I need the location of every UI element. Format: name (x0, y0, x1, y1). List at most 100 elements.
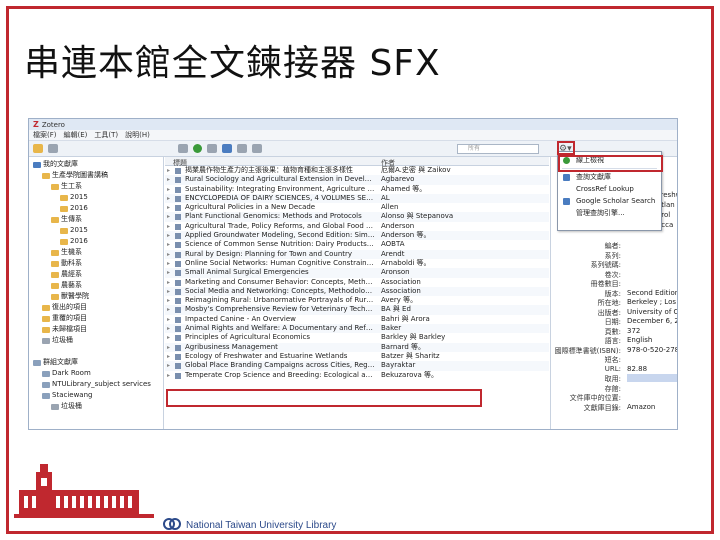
collection-item[interactable]: 2016 (29, 236, 163, 247)
item-row[interactable]: ▸ Ecology of Freshwater and Estuarine Wet… (165, 352, 549, 361)
attachment-icon[interactable] (222, 144, 232, 153)
expand-icon[interactable]: ▸ (167, 185, 170, 194)
expand-icon[interactable]: ▸ (167, 324, 170, 333)
field-value[interactable]: December 6, 201 (627, 317, 677, 325)
menu-help[interactable]: 說明(H) (125, 130, 150, 140)
add-by-identifier-icon[interactable] (207, 144, 217, 153)
expand-icon[interactable]: ▸ (167, 296, 170, 305)
collection-item[interactable]: 動科系 (29, 258, 163, 269)
tag-icon[interactable] (252, 144, 262, 153)
new-collection-icon[interactable] (33, 144, 43, 153)
expand-icon[interactable]: ▸ (167, 287, 170, 296)
expand-icon[interactable]: ▸ (167, 343, 170, 352)
expand-icon[interactable]: ▸ (167, 333, 170, 342)
collection-item[interactable]: 2016 (29, 203, 163, 214)
collection-item[interactable]: NTULibrary_subject services (29, 379, 163, 390)
field-value[interactable]: 372 (627, 327, 640, 335)
item-row[interactable]: ▸ Social Media and Networking: Concepts, … (165, 286, 549, 297)
collection-item[interactable]: Dark Room (29, 368, 163, 379)
item-row[interactable]: ▸ Agricultural Policies in a New Decade Al… (165, 203, 549, 212)
field-value[interactable]: 978-0-520-27858 (627, 346, 677, 354)
field-value[interactable]: University of Calif (627, 308, 677, 316)
field-value[interactable]: 82.88 (627, 365, 647, 373)
menu-edit[interactable]: 編輯(E) (64, 130, 88, 140)
collection-item[interactable]: 重覆的項目 (29, 313, 163, 324)
actions-icon[interactable] (48, 144, 58, 153)
field-value[interactable]: Second Edition e (627, 289, 677, 297)
collection-item[interactable]: 垃圾桶 (29, 401, 163, 412)
menu-item-google-scholar[interactable]: Google Scholar Search (558, 195, 661, 207)
collection-item[interactable]: 生機系 (29, 247, 163, 258)
item-row[interactable]: ▸ Science of Common Sense Nutrition: Dair… (165, 240, 549, 249)
item-title: Animal Rights and Welfare: A Documentary… (185, 324, 375, 333)
note-icon[interactable] (237, 144, 247, 153)
menu-item-manage-engines[interactable]: 管理查詢引擎... (558, 207, 661, 219)
menu-item-crossref[interactable]: CrossRef Lookup (558, 183, 661, 195)
menu-file[interactable]: 檔案(F) (33, 130, 57, 140)
item-row[interactable]: ▸ Rural by Design: Planning for Town and … (165, 249, 549, 259)
item-row[interactable]: ▸ Global Place Branding Campaigns across … (165, 361, 549, 371)
collection-item[interactable]: 農藝系 (29, 280, 163, 291)
expand-icon[interactable]: ▸ (167, 231, 170, 240)
field-value[interactable]: Berkeley ; Los An (627, 298, 677, 306)
field-value[interactable]: Amazon (627, 403, 655, 411)
expand-icon[interactable]: ▸ (167, 278, 170, 287)
field-value[interactable]: English (627, 336, 652, 344)
item-row[interactable]: ▸ 揭業農作物生產力的主張後果：植物育種和主張多樣性 厄爾A.史密 與 Zaikov (165, 166, 549, 175)
accessed-field[interactable] (627, 374, 677, 382)
collection-item[interactable]: 生傳系 (29, 214, 163, 225)
expand-icon[interactable]: ▸ (167, 259, 170, 268)
collection-item[interactable]: 群組文獻庫 (29, 357, 163, 368)
item-row[interactable]: ▸ Rural Sociology and Agricultural Extens… (165, 175, 549, 185)
expand-icon[interactable]: ▸ (167, 268, 170, 277)
new-item-icon[interactable] (193, 144, 202, 153)
item-row[interactable]: ▸ Animal Rights and Welfare: A Documentar… (165, 324, 549, 334)
collection-item[interactable]: 復出的項目 (29, 302, 163, 313)
item-title: Agribusiness Management (185, 342, 278, 351)
collection-item[interactable]: 垃圾桶 (29, 335, 163, 346)
item-row[interactable]: ▸ Agribusiness Management Barnard 等。 (165, 342, 549, 352)
expand-icon[interactable]: ▸ (167, 194, 170, 203)
menu-item-library-lookup[interactable]: 查詢文獻庫 (558, 171, 661, 183)
expand-icon[interactable]: ▸ (167, 250, 170, 259)
collection-item[interactable]: 2015 (29, 225, 163, 236)
item-row[interactable]: ▸ Reimagining Rural: Urbanormative Portra… (165, 296, 549, 305)
item-row[interactable]: ▸ Plant Functional Genomics: Methods and … (165, 212, 549, 222)
item-row[interactable]: ▸ Online Social Networks: Human Cognitive… (165, 259, 549, 268)
collection-item[interactable]: 我的文獻庫 (29, 159, 163, 170)
collection-item[interactable]: 生工系 (29, 181, 163, 192)
item-row[interactable]: ▸ ENCYCLOPEDIA OF DAIRY SCIENCES, 4 VOLUM… (165, 193, 549, 204)
expand-icon[interactable]: ▸ (167, 203, 170, 212)
item-row[interactable]: ▸ Mosby's Comprehensive Review for Veteri… (165, 305, 549, 315)
expand-icon[interactable]: ▸ (167, 361, 170, 370)
expand-icon[interactable]: ▸ (167, 175, 170, 184)
menu-item-label: 查詢文獻庫 (576, 173, 611, 181)
item-row[interactable]: ▸ Temperate Crop Science and Breeding: Ec… (165, 371, 549, 380)
collection-item[interactable]: 生產學院圖書講稿 (29, 170, 163, 181)
expand-icon[interactable]: ▸ (167, 315, 170, 324)
expand-icon[interactable]: ▸ (167, 240, 170, 249)
expand-icon[interactable]: ▸ (167, 305, 170, 314)
collection-item[interactable]: 農經系 (29, 269, 163, 280)
expand-icon[interactable]: ▸ (167, 371, 170, 380)
item-row[interactable]: ▸ Marketing and Consumer Behavior: Concep… (165, 278, 549, 287)
expand-icon[interactable]: ▸ (167, 222, 170, 231)
collection-item[interactable]: 2015 (29, 192, 163, 203)
item-row[interactable]: ▸ Principles of Agricultural Economics Bar… (165, 333, 549, 342)
item-row[interactable]: ▸ Impacted Canine - An Overview Bahri 與 Ar… (165, 315, 549, 324)
expand-icon[interactable]: ▸ (167, 212, 170, 221)
menu-tools[interactable]: 工具(T) (94, 130, 118, 140)
collection-item[interactable]: Staciewang (29, 390, 163, 401)
collection-label: 未歸檔項目 (52, 325, 87, 333)
item-row[interactable]: ▸ Sustainability: Integrating Environment… (165, 185, 549, 194)
item-row[interactable]: ▸ Small Animal Surgical Emergencies Aronso… (165, 268, 549, 278)
expand-icon[interactable]: ▸ (167, 166, 170, 175)
item-row[interactable]: ▸ Applied Groundwater Modeling, Second Ed… (165, 231, 549, 241)
sync-icon[interactable] (178, 144, 188, 153)
search-input[interactable]: 所有 (457, 144, 539, 154)
expand-icon[interactable]: ▸ (167, 352, 170, 361)
item-title: Plant Functional Genomics: Methods and P… (185, 212, 362, 221)
collection-item[interactable]: 獸醫學院 (29, 291, 163, 302)
collection-item[interactable]: 未歸檔項目 (29, 324, 163, 335)
item-row[interactable]: ▸ Agricultural Trade, Policy Reforms, and… (165, 222, 549, 231)
